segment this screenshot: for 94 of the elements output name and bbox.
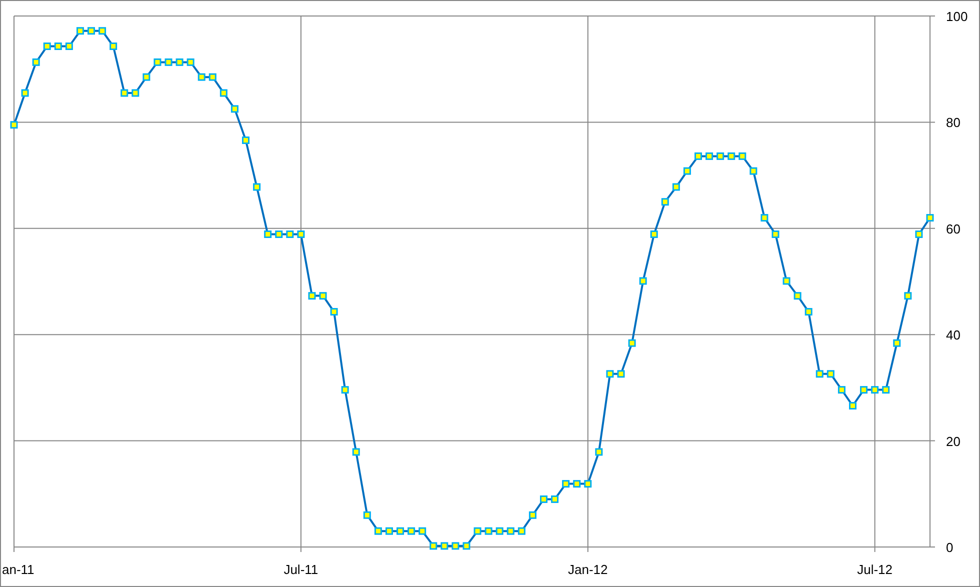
data-point xyxy=(319,292,327,300)
y-axis-label: 40 xyxy=(946,328,960,343)
data-point xyxy=(816,370,824,378)
data-point xyxy=(440,542,448,550)
y-axis-label: 0 xyxy=(946,540,954,555)
data-point xyxy=(893,339,901,347)
data-point xyxy=(220,89,228,97)
data-point xyxy=(297,230,305,238)
data-point xyxy=(871,386,879,394)
data-point xyxy=(617,370,625,378)
data-point xyxy=(584,480,592,488)
data-point xyxy=(164,58,172,66)
data-point xyxy=(43,42,51,50)
data-point xyxy=(186,58,194,66)
data-point xyxy=(716,152,724,160)
data-point xyxy=(772,230,780,238)
data-point xyxy=(176,58,184,66)
data-point xyxy=(198,73,206,81)
data-point xyxy=(804,308,812,316)
data-point xyxy=(253,183,261,191)
data-point xyxy=(661,198,669,206)
data-point xyxy=(694,152,702,160)
x-axis-label: Jan-12 xyxy=(568,562,608,577)
data-point xyxy=(363,511,371,519)
x-axis-label: Jul-12 xyxy=(857,562,893,577)
data-point xyxy=(750,167,758,175)
data-point xyxy=(352,448,360,456)
data-point xyxy=(154,58,162,66)
data-point xyxy=(672,183,680,191)
data-point xyxy=(230,105,238,113)
data-point xyxy=(826,370,834,378)
data-point xyxy=(142,73,150,81)
data-point xyxy=(88,27,95,35)
data-point xyxy=(782,277,790,285)
data-point xyxy=(110,42,118,50)
data-point xyxy=(728,152,736,160)
data-point xyxy=(496,527,504,535)
data-point xyxy=(474,527,482,535)
data-point xyxy=(551,495,559,503)
y-axis-label: 60 xyxy=(946,221,960,236)
data-point xyxy=(330,308,338,316)
data-point xyxy=(54,42,62,50)
y-axis-label: 80 xyxy=(946,115,960,130)
data-point xyxy=(528,511,536,519)
data-point xyxy=(606,370,614,378)
data-point xyxy=(506,527,514,535)
data-point xyxy=(408,527,416,535)
data-point xyxy=(849,402,856,410)
data-point xyxy=(65,42,73,50)
data-point xyxy=(760,214,768,222)
data-point xyxy=(540,495,548,503)
data-point xyxy=(430,542,438,550)
data-point xyxy=(882,386,890,394)
data-point xyxy=(484,527,492,535)
data-point xyxy=(385,527,393,535)
data-point xyxy=(573,480,581,488)
data-point xyxy=(838,386,846,394)
data-point xyxy=(650,230,658,238)
data-point xyxy=(132,89,140,97)
data-point xyxy=(595,448,603,456)
data-point xyxy=(418,527,426,535)
data-point xyxy=(628,339,636,347)
data-point xyxy=(794,292,802,300)
data-point xyxy=(242,136,250,144)
data-point xyxy=(10,121,18,129)
data-point xyxy=(738,152,746,160)
data-point xyxy=(926,214,934,222)
data-point xyxy=(286,230,294,238)
data-point xyxy=(860,386,868,394)
data-point xyxy=(518,527,526,535)
data-point xyxy=(462,542,470,550)
data-point xyxy=(904,292,912,300)
y-axis-label: 100 xyxy=(946,9,968,24)
data-point xyxy=(396,527,404,535)
x-axis-label: an-11 xyxy=(2,562,34,577)
data-point xyxy=(915,230,923,238)
data-point xyxy=(639,277,647,285)
data-point xyxy=(76,27,84,35)
y-axis-label: 20 xyxy=(946,434,960,449)
data-point xyxy=(452,542,460,550)
x-axis-label: Jul-11 xyxy=(284,562,318,577)
data-point xyxy=(683,167,691,175)
data-point xyxy=(264,230,272,238)
data-point xyxy=(21,89,29,97)
data-point xyxy=(275,230,283,238)
data-point xyxy=(706,152,714,160)
data-point xyxy=(341,386,349,394)
data-point xyxy=(32,58,40,66)
data-point xyxy=(98,27,106,35)
data-point xyxy=(562,480,570,488)
data-point xyxy=(374,527,382,535)
data-point xyxy=(208,73,216,81)
data-point xyxy=(120,89,128,97)
data-point xyxy=(308,292,316,300)
